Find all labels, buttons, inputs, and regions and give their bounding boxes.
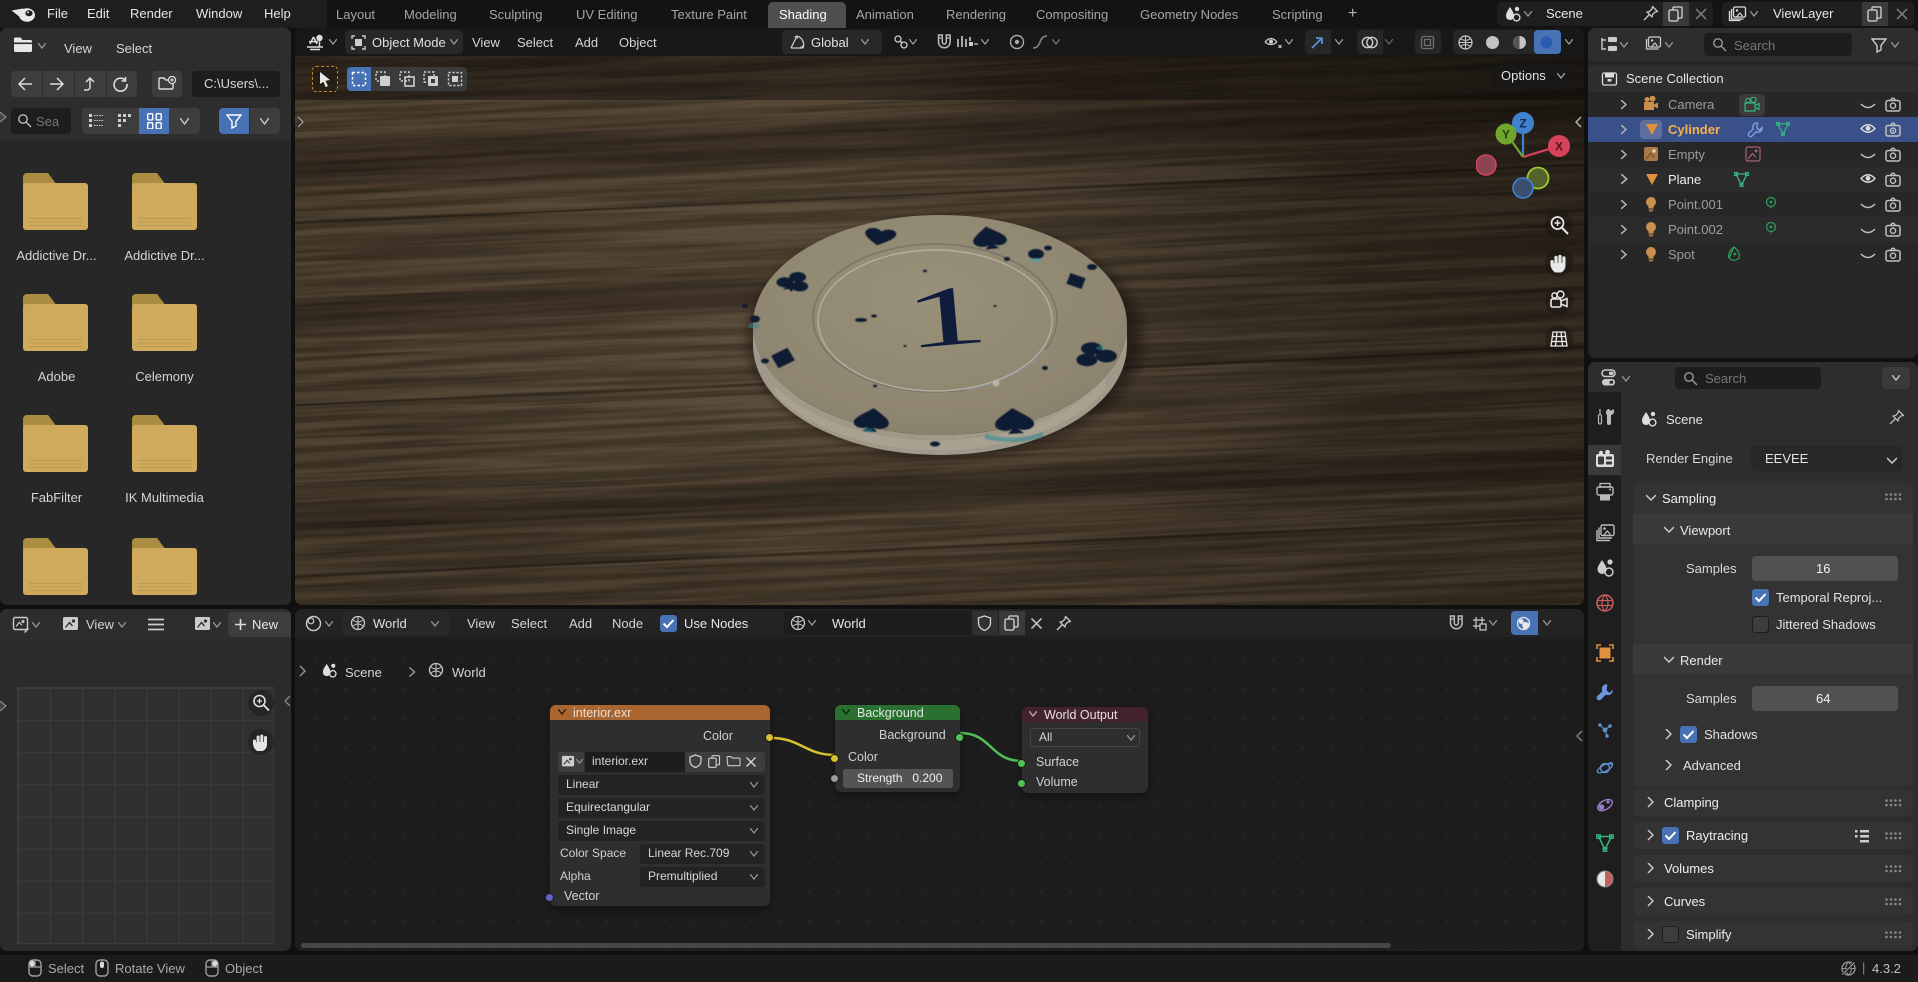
svg-text:1: 1 [900,266,993,367]
svg-text:Z: Z [1519,117,1526,131]
svg-text:X: X [1555,140,1563,154]
svg-text:Y: Y [1502,128,1510,142]
